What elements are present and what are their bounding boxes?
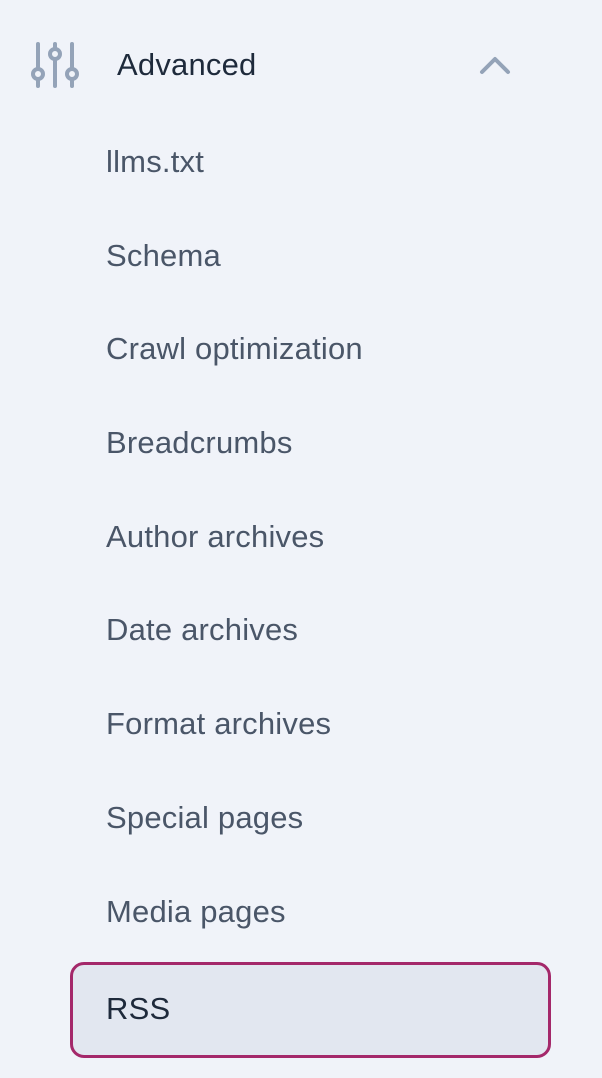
submenu-item-llms-txt[interactable]: llms.txt xyxy=(0,117,602,211)
submenu-item-format-archives[interactable]: Format archives xyxy=(0,679,602,773)
submenu-item-label: Breadcrumbs xyxy=(106,425,293,461)
advanced-submenu: llms.txt Schema Crawl optimization Bread… xyxy=(0,117,602,1059)
submenu-item-label: RSS xyxy=(106,991,171,1027)
submenu-item-author-archives[interactable]: Author archives xyxy=(0,492,602,586)
sliders-icon xyxy=(31,41,79,89)
chevron-up-icon[interactable] xyxy=(476,50,514,80)
submenu-item-label: Crawl optimization xyxy=(106,331,363,367)
submenu-item-label: Schema xyxy=(106,237,221,273)
submenu-item-label: llms.txt xyxy=(106,144,205,179)
submenu-item-label: Format archives xyxy=(106,706,332,742)
submenu-item-breadcrumbs[interactable]: Breadcrumbs xyxy=(0,398,602,492)
submenu-item-label: Author archives xyxy=(106,518,325,554)
submenu-item-media-pages[interactable]: Media pages xyxy=(0,867,602,961)
submenu-item-special-pages[interactable]: Special pages xyxy=(0,773,602,867)
submenu-item-rss[interactable]: RSS xyxy=(70,962,551,1059)
submenu-item-label: Media pages xyxy=(106,893,286,929)
submenu-item-label: Date archives xyxy=(106,612,299,648)
section-title: Advanced xyxy=(117,47,257,82)
submenu-item-date-archives[interactable]: Date archives xyxy=(0,585,602,679)
submenu-item-crawl-optimization[interactable]: Crawl optimization xyxy=(0,304,602,398)
submenu-item-schema[interactable]: Schema xyxy=(0,211,602,305)
submenu-item-label: Special pages xyxy=(106,799,304,835)
advanced-section-header[interactable]: Advanced xyxy=(0,20,602,110)
